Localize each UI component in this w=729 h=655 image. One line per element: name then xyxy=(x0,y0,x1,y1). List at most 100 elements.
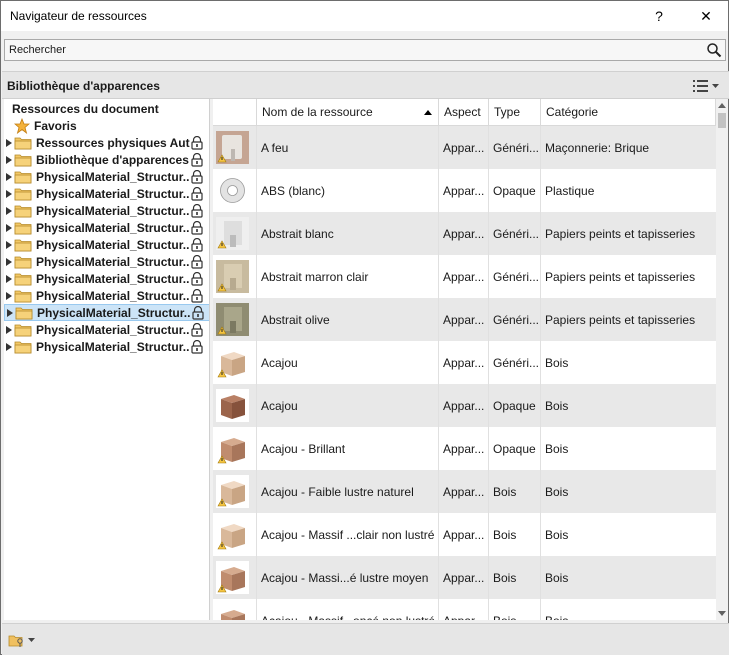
material-thumbnail xyxy=(216,131,249,164)
column-header-aspect[interactable]: Aspect xyxy=(439,99,489,126)
tree-expander[interactable] xyxy=(5,202,13,219)
tree-item-library[interactable]: PhysicalMaterial_Structur... xyxy=(4,236,209,253)
tree-expander[interactable] xyxy=(5,287,13,304)
tree-expander[interactable] xyxy=(5,270,13,287)
scroll-thumb[interactable] xyxy=(718,113,726,128)
tree-expander[interactable] xyxy=(6,304,14,321)
tree-item-library[interactable]: PhysicalMaterial_Structur... xyxy=(4,321,209,338)
table-row[interactable]: ABS (blanc) Appar... Opaque Plastique xyxy=(213,169,716,212)
expand-arrow-icon[interactable] xyxy=(6,240,12,249)
lock-icon xyxy=(191,237,203,252)
type-cell: Opaque xyxy=(489,427,541,470)
table-row[interactable]: Acajou Appar... Généri... Bois xyxy=(213,341,716,384)
expand-arrow-icon[interactable] xyxy=(6,172,12,181)
lock-icon xyxy=(191,203,203,218)
material-thumbnail xyxy=(216,432,249,465)
category-cell: Papiers peints et tapisseries xyxy=(545,226,696,241)
tree-item-favorites[interactable]: Favoris xyxy=(4,117,209,134)
search-input[interactable] xyxy=(5,40,705,60)
tree-item-library[interactable]: PhysicalMaterial_Structur... xyxy=(4,253,209,270)
tree-expander[interactable] xyxy=(5,253,13,270)
tree-expander[interactable] xyxy=(5,151,13,168)
tree-item-library[interactable]: PhysicalMaterial_Structur... xyxy=(4,304,209,321)
table-row[interactable]: Abstrait marron clair Appar... Généri... Pa… xyxy=(213,255,716,298)
tree-expander[interactable] xyxy=(5,338,13,355)
category-cell: Bois xyxy=(541,599,716,621)
expand-arrow-icon[interactable] xyxy=(6,189,12,198)
folder-icon xyxy=(14,154,32,166)
asset-name-cell: Acajou - Faible lustre naturel xyxy=(257,470,439,513)
material-thumbnail xyxy=(216,346,249,379)
column-header-type[interactable]: Type xyxy=(489,99,541,126)
table-row[interactable]: A feu Appar... Généri... Maçonnerie: Brique xyxy=(213,126,716,169)
tree-expander[interactable] xyxy=(5,219,13,236)
aspect-cell: Appar... xyxy=(439,513,489,556)
table-row[interactable]: Abstrait blanc Appar... Généri... Papiers p… xyxy=(213,212,716,255)
expand-arrow-icon[interactable] xyxy=(6,138,12,147)
expand-arrow-icon[interactable] xyxy=(7,308,13,317)
column-header-category[interactable]: Catégorie xyxy=(541,99,716,126)
tree-expander[interactable] xyxy=(5,134,13,151)
tree-expander[interactable] xyxy=(5,236,13,253)
asset-name-cell: Abstrait marron clair xyxy=(257,255,439,298)
column-header-thumbnail[interactable] xyxy=(213,99,257,126)
expand-arrow-icon[interactable] xyxy=(6,342,12,351)
thumbnail-cell xyxy=(213,599,257,620)
table-row[interactable]: Acajou - Massif...oncé non lustréAppar..… xyxy=(213,599,716,620)
tree-expander[interactable] xyxy=(5,321,13,338)
tree-item-library[interactable]: PhysicalMaterial_Structur... xyxy=(4,219,209,236)
expand-arrow-icon[interactable] xyxy=(6,291,12,300)
table-row[interactable]: Acajou - Faible lustre naturel Appar... Bo… xyxy=(213,470,716,513)
expand-arrow-icon[interactable] xyxy=(6,274,12,283)
expand-arrow-icon[interactable] xyxy=(6,257,12,266)
expand-arrow-icon[interactable] xyxy=(6,206,12,215)
tree-item-library[interactable]: PhysicalMaterial_Structur... xyxy=(4,287,209,304)
aspect-cell: Appar... xyxy=(439,298,489,341)
tree-expander[interactable] xyxy=(5,185,13,202)
thumbnail-cell xyxy=(213,298,257,341)
tree-item-library[interactable]: PhysicalMaterial_Structur... xyxy=(4,168,209,185)
table-row[interactable]: Abstrait olive Appar... Généri... Papiers p… xyxy=(213,298,716,341)
tree-item-library[interactable]: PhysicalMaterial_Structur... xyxy=(4,270,209,287)
view-options-button[interactable] xyxy=(693,77,723,95)
title-bar: Navigateur de ressources ? ✕ xyxy=(1,1,728,31)
tree-item-library[interactable]: PhysicalMaterial_Structur... xyxy=(4,185,209,202)
column-header-name[interactable]: Nom de la ressource xyxy=(257,99,439,126)
material-thumbnail xyxy=(216,260,249,293)
scroll-down-arrow-icon[interactable] xyxy=(718,611,726,616)
material-thumbnail xyxy=(216,174,249,207)
table-row[interactable]: Acajou - Massif ...clair non lustré Appar… xyxy=(213,513,716,556)
library-tree: Ressources du document Favoris Ressource… xyxy=(4,99,210,620)
aspect-cell: Appar... xyxy=(439,126,489,169)
tree-item-label: Favoris xyxy=(34,118,77,133)
vertical-scrollbar[interactable] xyxy=(716,99,728,620)
close-button[interactable]: ✕ xyxy=(684,1,728,31)
lock-icon xyxy=(191,271,203,286)
expand-arrow-icon[interactable] xyxy=(6,223,12,232)
help-button[interactable]: ? xyxy=(637,1,681,31)
tree-expander[interactable] xyxy=(5,168,13,185)
tree-root-document-assets[interactable]: Ressources du document xyxy=(12,102,159,116)
expand-arrow-icon[interactable] xyxy=(6,325,12,334)
table-row[interactable]: Acajou - Brillant Appar... Opaque Bois xyxy=(213,427,716,470)
aspect-cell: Appar... xyxy=(439,470,489,513)
expand-arrow-icon[interactable] xyxy=(6,155,12,164)
tree-item-label: PhysicalMaterial_Structur... xyxy=(36,254,190,269)
type-cell: Généri... xyxy=(489,341,541,384)
lock-icon xyxy=(191,254,203,269)
tree-item-label: Ressources physiques Aut... xyxy=(36,135,190,150)
tree-item-label: PhysicalMaterial_Structur... xyxy=(36,237,190,252)
folder-icon xyxy=(14,222,32,234)
table-row[interactable]: Acajou Appar... Opaque Bois xyxy=(213,384,716,427)
table-row[interactable]: Acajou - Massi...é lustre moyen Appar... B… xyxy=(213,556,716,599)
category-cell: Bois xyxy=(545,484,569,499)
tree-item-library[interactable]: PhysicalMaterial_Structur... xyxy=(4,202,209,219)
tree-item-library[interactable]: PhysicalMaterial_Structur... xyxy=(4,338,209,355)
tree-item-library[interactable]: Ressources physiques Aut... xyxy=(4,134,209,151)
search-icon[interactable] xyxy=(706,42,722,58)
lock-icon xyxy=(191,339,203,354)
scroll-up-arrow-icon[interactable] xyxy=(718,103,726,108)
tree-item-library[interactable]: Bibliothèque d'apparences xyxy=(4,151,209,168)
type-cell: Bois xyxy=(489,513,541,556)
open-library-button[interactable] xyxy=(8,631,38,649)
